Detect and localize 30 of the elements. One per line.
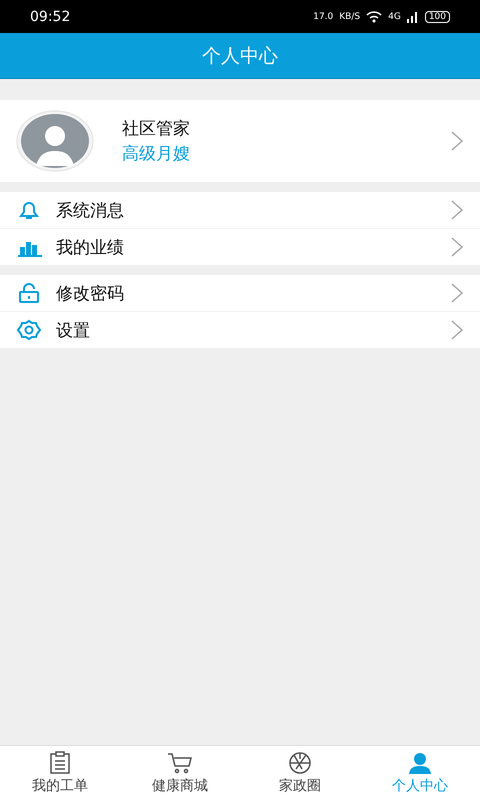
- menu-item[interactable]: 修改密码: [0, 275, 480, 311]
- status-time: 09:52: [30, 8, 70, 24]
- bell-icon: [16, 199, 42, 221]
- network-speed: 17.0: [313, 12, 334, 22]
- speed-unit: KB/S: [339, 12, 360, 22]
- nav-tab[interactable]: 我的工单: [0, 746, 120, 800]
- signal-icon: [406, 10, 419, 22]
- menu-item[interactable]: 系统消息: [0, 192, 480, 228]
- avatar-icon: [16, 110, 94, 172]
- chevron-icon: [450, 130, 464, 152]
- battery-level: 100: [424, 10, 450, 22]
- menu-item[interactable]: 我的业绩: [0, 228, 480, 265]
- chevron-icon: [450, 319, 464, 341]
- person-icon: [407, 751, 433, 775]
- profile-card[interactable]: 社区管家 高级月嫂: [0, 100, 480, 182]
- menu-item[interactable]: 设置: [0, 311, 480, 348]
- aperture-icon: [287, 751, 313, 775]
- page-title: 个人中心: [202, 44, 278, 68]
- cart-icon: [167, 751, 193, 775]
- network-type: 4G: [388, 12, 401, 22]
- wifi-icon: [366, 10, 382, 22]
- nav-tab[interactable]: 家政圈: [240, 746, 360, 800]
- lock-icon: [16, 282, 42, 304]
- settings-icon: [16, 319, 42, 341]
- chevron-icon: [450, 236, 464, 258]
- user-role: 高级月嫂: [122, 143, 190, 165]
- nav-tab[interactable]: 健康商城: [120, 746, 240, 800]
- chevron-icon: [450, 199, 464, 221]
- user-name: 社区管家: [122, 118, 190, 140]
- chevron-icon: [450, 282, 464, 304]
